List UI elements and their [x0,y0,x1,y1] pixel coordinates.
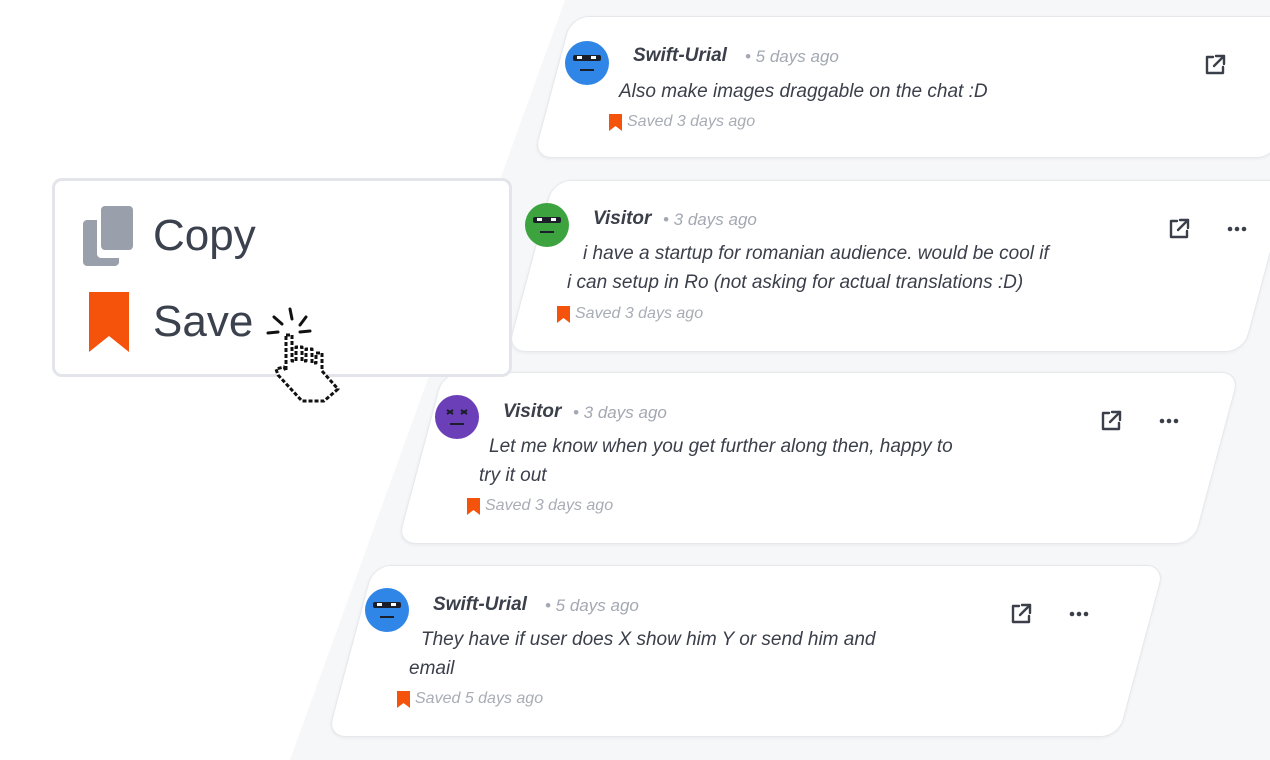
comment-text: Let me know when you get further along t… [479,436,953,486]
comment-card: Visitor • 3 days ago i have a startup fo… [506,180,1270,352]
copy-icon [83,206,133,266]
comment-author[interactable]: Visitor [593,208,651,230]
copy-label: Copy [153,211,256,260]
comment-time: • 5 days ago [545,596,639,615]
comment-author[interactable]: Swift-Urial [633,45,727,67]
comment-text: They have if user does X show him Y or s… [409,629,876,679]
comment-card: Visitor • 3 days ago Let me know when yo… [396,372,1241,544]
external-link-icon[interactable] [1097,407,1125,435]
external-link-icon[interactable] [1007,600,1035,628]
hand-pointer-icon [266,307,340,403]
save-label: Save [153,297,254,346]
comment-author[interactable]: Visitor [503,401,561,423]
external-link-icon[interactable] [1201,51,1229,79]
comment-author[interactable]: Swift-Urial [433,594,527,616]
saved-status: Saved 5 days ago [397,690,543,708]
avatar [525,203,569,247]
copy-menu-item[interactable]: Copy [83,201,463,271]
more-horizontal-icon[interactable] [1065,600,1093,628]
comment-card: Swift-Urial • 5 days ago Also make image… [532,16,1270,158]
bookmark-icon [609,113,622,131]
more-horizontal-icon[interactable] [1155,407,1183,435]
comment-time: • 3 days ago [663,210,757,229]
comment-text: Also make images draggable on the chat :… [619,81,988,102]
comment-card: Swift-Urial • 5 days ago They have if us… [326,565,1166,737]
saved-status: Saved 3 days ago [557,305,703,323]
comment-text: i have a startup for romanian audience. … [567,243,1049,293]
bookmark-icon [557,305,570,323]
comment-time: • 5 days ago [745,47,839,66]
comment-time: • 3 days ago [573,403,667,422]
bookmark-icon [89,292,129,352]
bookmark-icon [397,690,410,708]
saved-status: Saved 3 days ago [467,497,613,515]
avatar [565,41,609,85]
avatar [365,588,409,632]
external-link-icon[interactable] [1165,215,1193,243]
more-horizontal-icon[interactable] [1223,215,1251,243]
saved-status: Saved 3 days ago [609,113,755,131]
avatar [435,395,479,439]
bookmark-icon [467,497,480,515]
